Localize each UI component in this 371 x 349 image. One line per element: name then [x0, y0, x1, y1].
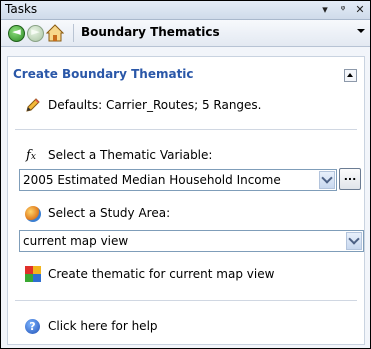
study-area-value: current map view: [23, 234, 129, 248]
task-title[interactable]: Boundary Thematics: [81, 25, 220, 39]
help-icon[interactable]: ?: [25, 319, 40, 334]
thematic-variable-label: Select a Thematic Variable:: [48, 148, 213, 162]
thematic-variable-select[interactable]: 2005 Estimated Median Household Income: [19, 169, 337, 191]
toolbar-separator: [73, 24, 74, 42]
function-icon: fx: [26, 148, 36, 163]
task-content: Create Boundary Thematic Defaults: Carri…: [7, 56, 365, 345]
task-dropdown-icon[interactable]: [357, 29, 365, 33]
pin-icon[interactable]: ᵠ: [335, 1, 351, 19]
dropdown-arrow-icon[interactable]: ▾: [317, 1, 333, 19]
pencil-icon: [26, 98, 40, 112]
chevron-down-icon[interactable]: [346, 232, 362, 250]
back-arrow-icon[interactable]: ◄: [8, 25, 25, 42]
divider: [15, 300, 357, 301]
create-thematic-link[interactable]: Create thematic for current map view: [48, 267, 274, 281]
panel-titlebar: Tasks ▾ ᵠ ✕: [1, 1, 370, 20]
section-title: Create Boundary Thematic: [13, 67, 194, 81]
back-glyph: ◄: [12, 25, 21, 38]
forward-arrow-icon[interactable]: ►: [27, 25, 44, 42]
more-options-button[interactable]: ...: [339, 168, 361, 190]
chevron-down-icon[interactable]: [319, 171, 335, 189]
forward-glyph: ►: [31, 25, 40, 38]
study-area-label: Select a Study Area:: [48, 206, 171, 220]
collapse-section-icon[interactable]: [344, 69, 357, 82]
thematic-map-icon[interactable]: [25, 266, 41, 282]
navigation-toolbar: ◄ ► Boundary Thematics: [1, 20, 370, 47]
defaults-text: Defaults: Carrier_Routes; 5 Ranges.: [48, 98, 262, 112]
globe-icon: [25, 206, 41, 222]
close-icon[interactable]: ✕: [352, 1, 368, 19]
divider: [15, 129, 357, 130]
home-icon[interactable]: [46, 24, 64, 42]
thematic-variable-value: 2005 Estimated Median Household Income: [23, 173, 281, 187]
help-link[interactable]: Click here for help: [48, 319, 158, 333]
study-area-select[interactable]: current map view: [19, 230, 364, 252]
tasks-panel: Tasks ▾ ᵠ ✕ ◄ ► Boundary Thematics Creat…: [0, 0, 371, 349]
panel-title: Tasks: [5, 2, 38, 16]
